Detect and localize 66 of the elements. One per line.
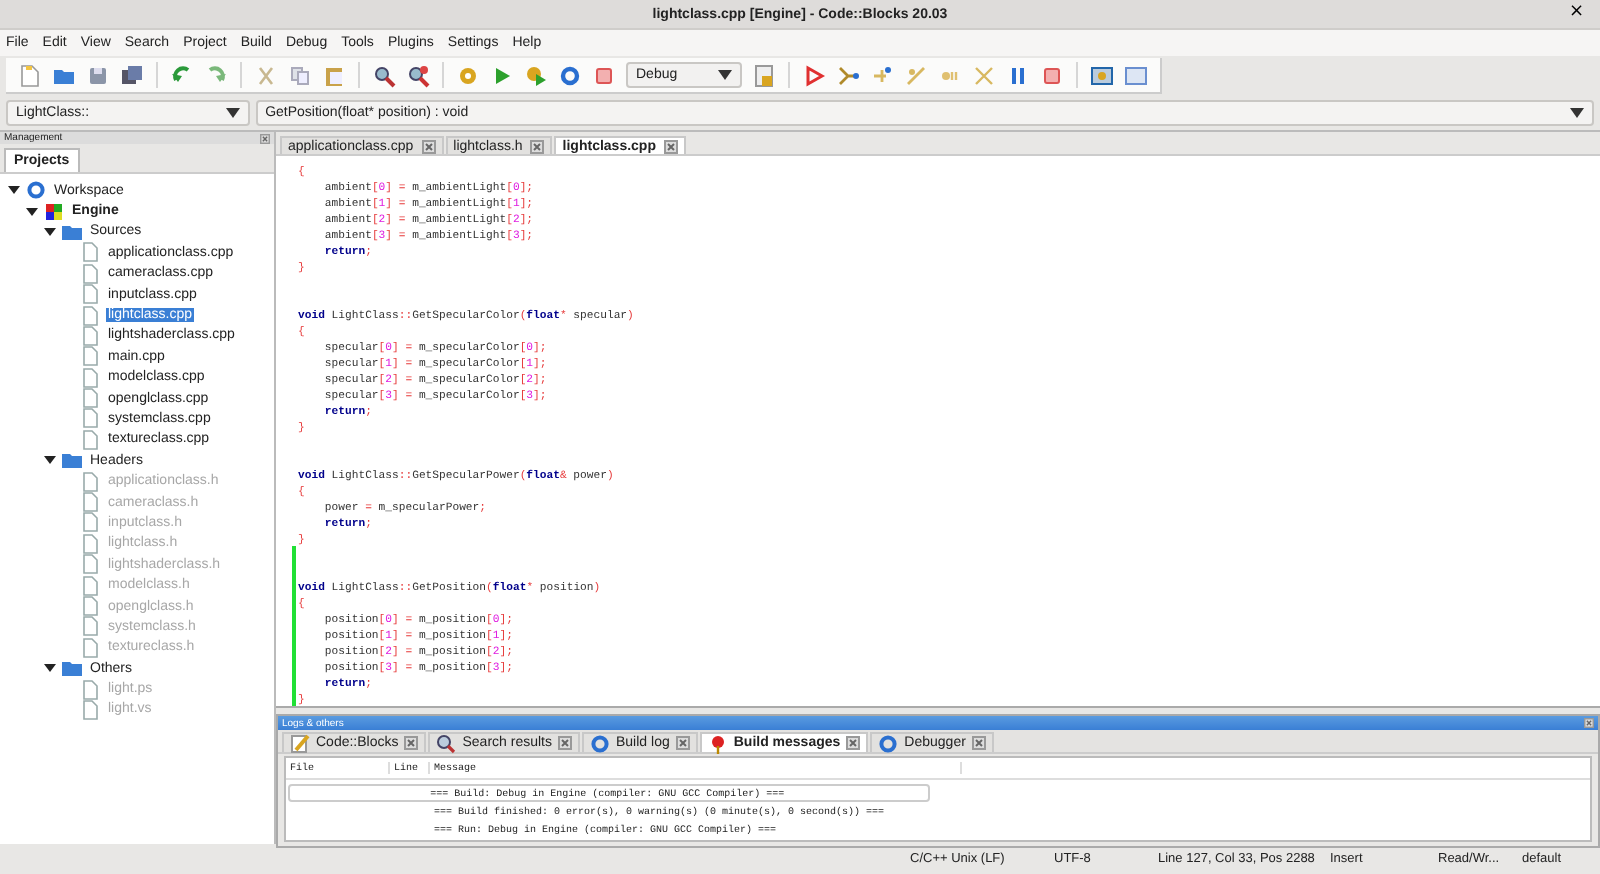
ring-icon (590, 733, 610, 753)
expand-arrow-icon[interactable] (8, 184, 20, 197)
file-icon (80, 679, 100, 700)
close-icon[interactable] (558, 736, 572, 750)
window-icon[interactable] (1124, 63, 1148, 87)
file-icon (80, 284, 100, 305)
close-icon[interactable] (663, 139, 678, 153)
search-icon[interactable] (406, 63, 430, 87)
file-icon (80, 554, 100, 575)
expand-arrow-icon[interactable] (44, 662, 56, 675)
close-icon[interactable] (421, 139, 436, 153)
close-button[interactable]: × (1564, 2, 1588, 24)
play-icon[interactable] (802, 63, 826, 87)
ring-icon (878, 733, 899, 753)
stop-icon[interactable] (1040, 63, 1064, 87)
file-icon (80, 699, 100, 720)
file-icon (80, 367, 100, 388)
caret-icon (225, 107, 240, 117)
gear-play-icon[interactable] (524, 63, 548, 87)
close-icon[interactable] (846, 736, 861, 750)
gear-icon[interactable] (456, 63, 480, 87)
disks-icon[interactable] (120, 63, 144, 87)
page-icon[interactable] (18, 63, 42, 87)
workspace-icon (26, 180, 46, 201)
folder-icon (62, 221, 82, 242)
file-icon (80, 533, 100, 554)
close-icon[interactable] (260, 133, 270, 143)
pin-icon (707, 733, 728, 753)
file-icon (80, 242, 100, 263)
file-icon (80, 471, 100, 492)
folder-icon (62, 450, 82, 471)
ring-icon[interactable] (558, 63, 582, 87)
file-icon (80, 616, 100, 637)
caret-icon (718, 70, 732, 80)
caret-icon (1570, 107, 1584, 117)
file-icon (80, 305, 100, 326)
file-icon (80, 492, 100, 513)
curved-arrow-icon[interactable] (170, 63, 194, 87)
file-icon (80, 512, 100, 533)
expand-arrow-icon[interactable] (26, 205, 38, 218)
window-icon[interactable] (1090, 63, 1114, 87)
file-icon (80, 596, 100, 616)
pause-icon[interactable] (1006, 63, 1030, 87)
curved-arrow-icon[interactable] (204, 63, 228, 87)
search-icon (436, 733, 457, 753)
file-icon (80, 325, 100, 346)
expand-arrow-icon[interactable] (44, 454, 56, 467)
project-icon (44, 201, 64, 222)
file-icon (80, 575, 100, 596)
file-icon (80, 408, 100, 429)
close-icon[interactable] (530, 139, 545, 153)
clipboard-icon[interactable] (322, 63, 346, 87)
close-icon[interactable] (971, 736, 986, 750)
file-icon (80, 429, 100, 450)
file-icon (80, 388, 100, 409)
expand-arrow-icon[interactable] (44, 225, 56, 238)
file-icon (80, 637, 100, 658)
close-icon[interactable] (675, 736, 690, 750)
file-icon (80, 346, 100, 367)
close-icon[interactable] (1584, 718, 1594, 728)
stop-icon[interactable] (592, 63, 616, 87)
file-icon (80, 263, 100, 284)
close-icon[interactable] (404, 736, 419, 750)
search-icon[interactable] (372, 63, 396, 87)
play-icon[interactable] (490, 63, 514, 87)
folder-icon (62, 658, 82, 679)
